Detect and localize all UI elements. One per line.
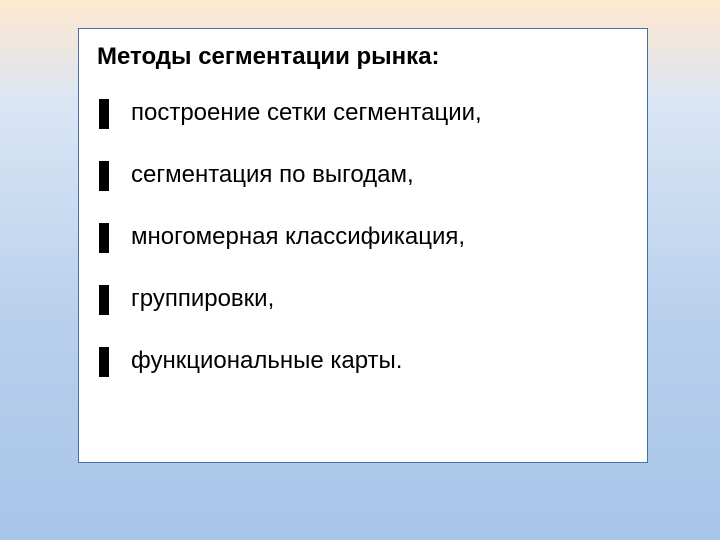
list-item: многомерная классификация, (97, 223, 629, 253)
list-item: группировки, (97, 285, 629, 315)
bullet-icon (99, 347, 109, 377)
bullet-icon (99, 285, 109, 315)
slide-title: Методы сегментации рынка: (97, 43, 629, 71)
list-item-text: многомерная классификация, (131, 223, 465, 252)
list-item-text: функциональные карты. (131, 347, 402, 376)
content-box: Методы сегментации рынка: построение сет… (78, 28, 648, 463)
list-item: функциональные карты. (97, 347, 629, 377)
methods-list: построение сетки сегментации, сегментаци… (97, 99, 629, 377)
bullet-icon (99, 99, 109, 129)
bullet-icon (99, 161, 109, 191)
list-item-text: построение сетки сегментации, (131, 99, 482, 128)
list-item: сегментация по выгодам, (97, 161, 629, 191)
list-item: построение сетки сегментации, (97, 99, 629, 129)
list-item-text: сегментация по выгодам, (131, 161, 414, 190)
bullet-icon (99, 223, 109, 253)
list-item-text: группировки, (131, 285, 274, 314)
